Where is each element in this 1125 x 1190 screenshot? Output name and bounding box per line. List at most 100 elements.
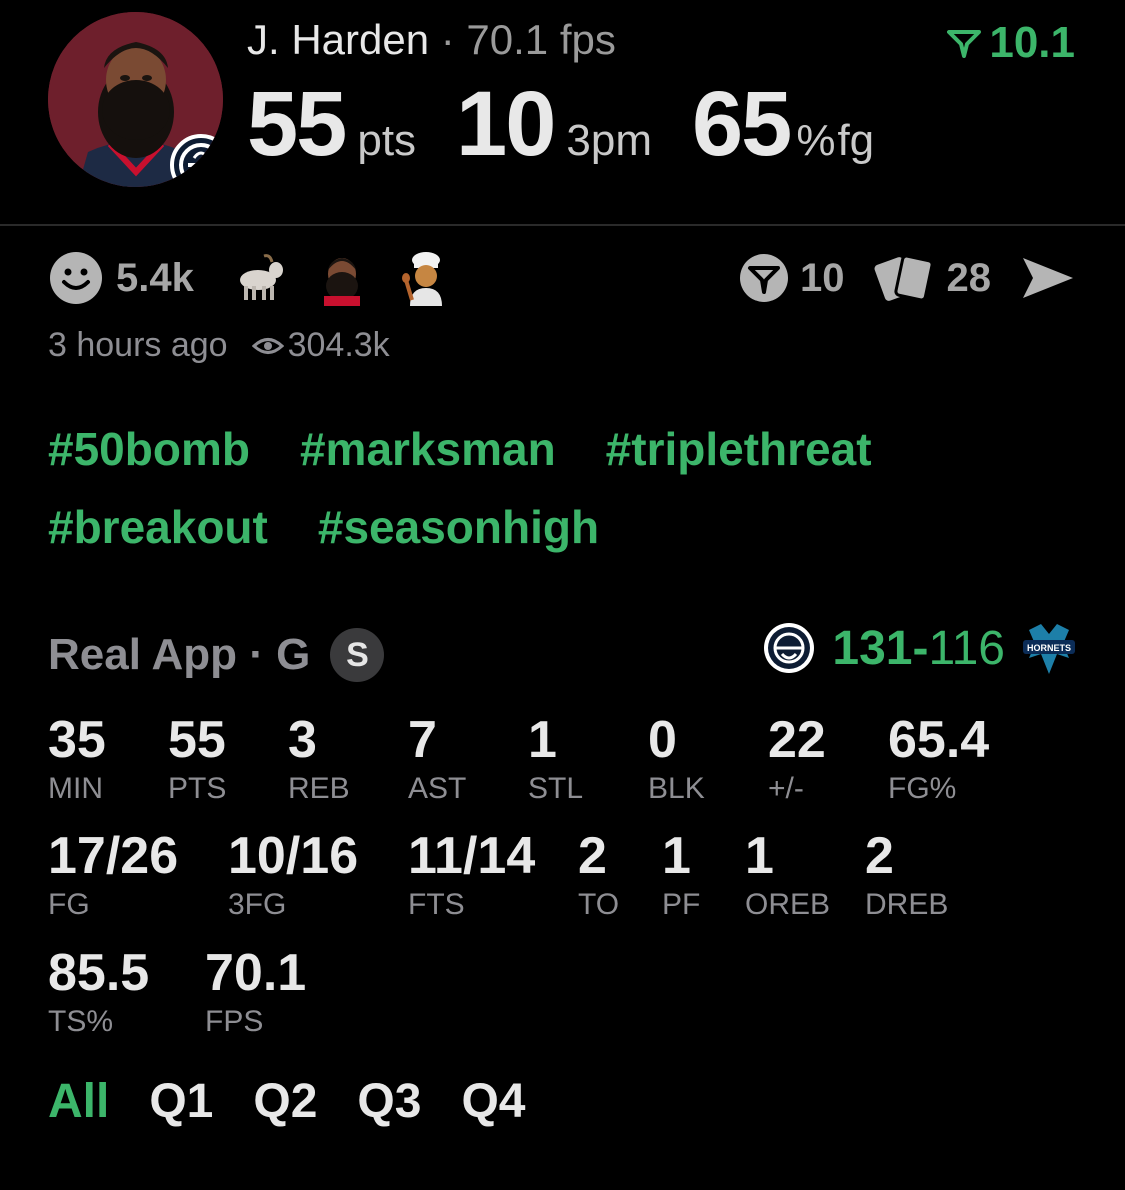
dot-separator: · — [237, 630, 277, 679]
stat-value: 35 — [48, 711, 106, 769]
stat-pf: 1 PF — [662, 828, 700, 922]
send-icon[interactable] — [1019, 254, 1077, 302]
tab-q2[interactable]: Q2 — [253, 1074, 317, 1129]
score-delta: 10.1 — [947, 18, 1075, 68]
stat-3fg: 10/16 3FG — [228, 828, 358, 922]
predictions-count[interactable]: 10 — [800, 256, 845, 301]
time-ago: 3 hours ago — [48, 326, 228, 364]
stat-value: 3 — [288, 711, 317, 769]
stat-to: 2 TO — [578, 828, 619, 922]
stat-label: 3FG — [228, 888, 287, 921]
stat-label: FPS — [205, 1005, 264, 1038]
chef-emoji-icon[interactable] — [398, 250, 454, 306]
stat-stl: 1 STL — [528, 712, 583, 806]
stat-value: 2 — [578, 827, 607, 885]
opponent-score: 116 — [928, 621, 1005, 675]
stat-label: TO — [578, 888, 620, 921]
stat-label: FG — [48, 888, 90, 921]
post-meta: 3 hours ago 304.3k — [48, 326, 390, 365]
hashtag[interactable]: #50bomb — [48, 425, 250, 473]
stat-label: AST — [408, 772, 467, 805]
stat-label: DREB — [865, 888, 949, 921]
player-name[interactable]: J. Harden — [247, 16, 429, 63]
headline-fg-pct: % — [796, 116, 836, 165]
stat-value: 65.4 — [888, 711, 990, 769]
eye-icon — [251, 337, 284, 354]
stat-label: PTS — [168, 772, 227, 805]
stat-label: PF — [662, 888, 701, 921]
tab-q3[interactable]: Q3 — [357, 1074, 421, 1129]
game-info: Real App · G S — [48, 628, 385, 682]
cards-icon[interactable] — [873, 252, 937, 304]
goat-emoji-icon[interactable] — [230, 250, 286, 306]
stat-value: 17/26 — [48, 827, 179, 885]
cards-count[interactable]: 28 — [947, 256, 992, 301]
stat-label: OREB — [745, 888, 831, 921]
stat-fps: 70.1 FPS — [205, 945, 306, 1039]
stat-label: REB — [288, 772, 350, 805]
stat-ts-pct: 85.5 TS% — [48, 945, 149, 1039]
player-avatar-wrap[interactable] — [48, 12, 223, 187]
header-divider — [0, 224, 1125, 226]
stat-value: 0 — [648, 711, 677, 769]
stat-fg-pct: 65.4 FG% — [888, 712, 989, 806]
stat-dreb: 2 DREB — [865, 828, 948, 922]
stat-label: FG% — [888, 772, 957, 805]
tab-q4[interactable]: Q4 — [461, 1074, 525, 1129]
stat-value: 1 — [528, 711, 557, 769]
player-face-emoji-icon[interactable] — [314, 250, 370, 306]
hashtag-list: #50bomb #marksman #triplethreat #breakou… — [48, 425, 1088, 551]
hashtag[interactable]: #breakout — [48, 503, 268, 551]
headline-pts-unit: pts — [357, 116, 417, 165]
headline-fg-unit: fg — [837, 116, 875, 165]
team-logo-icon — [179, 143, 223, 187]
hornets-logo-icon: HORNETS — [1023, 624, 1075, 674]
stat-reb: 3 REB — [288, 712, 350, 806]
position-label: G — [276, 630, 311, 679]
stat-value: 11/14 — [408, 827, 536, 885]
hornets-logo-text: HORNETS — [1027, 643, 1071, 653]
stat-oreb: 1 OREB — [745, 828, 830, 922]
headline-3pm-value: 10 — [456, 73, 556, 175]
stat-value: 10/16 — [228, 827, 359, 885]
tab-all[interactable]: All — [48, 1074, 109, 1129]
hashtag[interactable]: #marksman — [300, 425, 556, 473]
tab-q1[interactable]: Q1 — [149, 1074, 213, 1129]
stat-label: STL — [528, 772, 584, 805]
stat-blk: 0 BLK — [648, 712, 705, 806]
stat-label: MIN — [48, 772, 103, 805]
stat-min: 35 MIN — [48, 712, 106, 806]
headline-pts-value: 55 — [247, 73, 347, 175]
stat-value: 1 — [745, 827, 774, 885]
stat-value: 22 — [768, 711, 826, 769]
hashtag[interactable]: #seasonhigh — [318, 503, 599, 551]
reaction-count[interactable]: 5.4k — [116, 256, 194, 301]
dot-separator: · — [440, 16, 467, 63]
player-avatar[interactable] — [48, 12, 223, 187]
stat-value: 2 — [865, 827, 894, 885]
team-logo-badge — [170, 134, 223, 187]
team-score: 131 — [832, 621, 913, 675]
player-name-line[interactable]: J. Harden · 70.1 fps — [247, 16, 616, 64]
hashtag[interactable]: #triplethreat — [606, 425, 872, 473]
quarter-tabs: All Q1 Q2 Q3 Q4 — [48, 1074, 525, 1129]
stat-value: 1 — [662, 827, 691, 885]
smiley-icon[interactable] — [48, 250, 104, 306]
headline-3pm-unit: 3pm — [566, 116, 652, 165]
reactions-row: 5.4k — [48, 250, 482, 306]
predictions-logo-icon[interactable] — [738, 252, 790, 304]
score-separator: - — [912, 621, 929, 675]
stat-label: FTS — [408, 888, 465, 921]
stat-value: 70.1 — [205, 944, 307, 1002]
stat-fg: 17/26 FG — [48, 828, 178, 922]
trend-logo-icon — [947, 30, 982, 58]
final-score[interactable]: 131-116 HORNETS — [762, 620, 1077, 676]
stat-label: +/- — [768, 772, 804, 805]
stat-fts: 11/14 FTS — [408, 828, 535, 922]
stat-label: TS% — [48, 1005, 114, 1038]
headline-stats: 55 pts 10 3pm 65 % fg — [247, 72, 874, 177]
stat-plus-minus: 22 +/- — [768, 712, 826, 806]
starter-badge: S — [330, 628, 385, 682]
stat-value: 55 — [168, 711, 226, 769]
score-delta-value: 10.1 — [989, 18, 1075, 67]
